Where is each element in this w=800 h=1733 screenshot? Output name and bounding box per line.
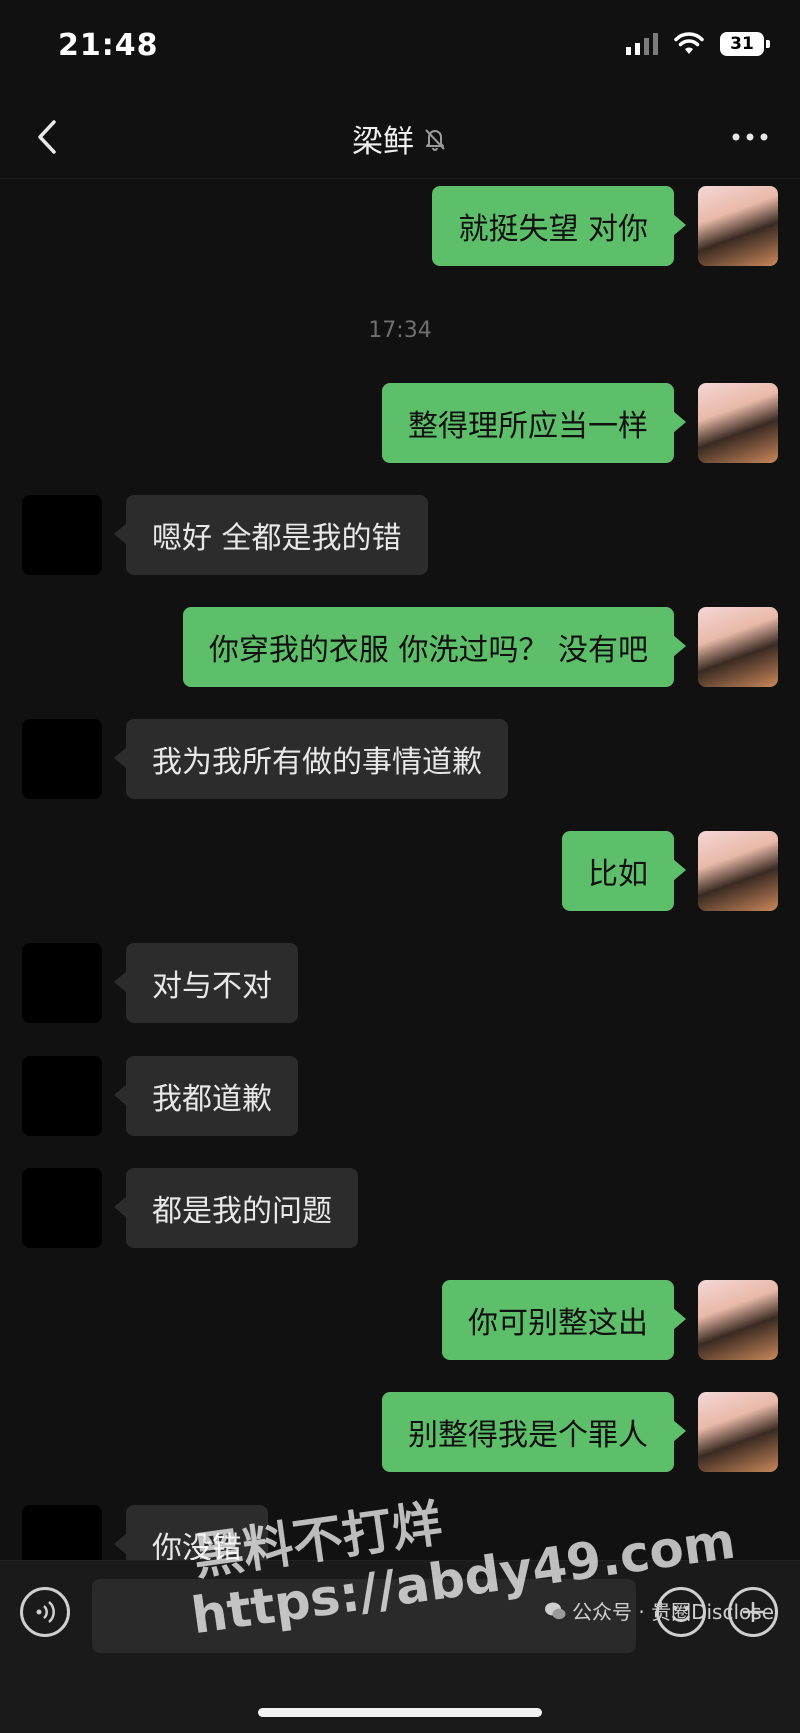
avatar-me[interactable] — [698, 186, 778, 266]
message-bubble-outgoing[interactable]: 就挺失望 对你 — [432, 186, 686, 266]
voice-input-button[interactable] — [20, 1587, 70, 1637]
avatar-me[interactable] — [698, 607, 778, 687]
voice-icon — [36, 1601, 55, 1623]
avatar-contact[interactable] — [22, 943, 102, 1023]
message-bubble-outgoing[interactable]: 别整得我是个罪人 — [382, 1392, 686, 1472]
message-bubble-incoming[interactable]: 我为我所有做的事情道歉 — [114, 719, 508, 799]
status-icons: 31 — [626, 32, 770, 56]
avatar-contact[interactable] — [22, 1168, 102, 1248]
message-bubble-incoming[interactable]: 都是我的问题 — [114, 1168, 358, 1248]
more-icon[interactable] — [728, 122, 772, 152]
message-bubble-incoming[interactable]: 对与不对 — [114, 943, 298, 1023]
message-row: 都是我的问题 — [22, 1168, 358, 1248]
status-bar: 21:48 31 — [0, 0, 800, 100]
message-row: 你穿我的衣服 你洗过吗？ 没有吧 — [182, 607, 778, 687]
message-bubble-outgoing[interactable]: 你可别整这出 — [442, 1280, 686, 1360]
avatar-me[interactable] — [698, 1280, 778, 1360]
avatar-contact[interactable] — [22, 1056, 102, 1136]
watermark-source-text: 公众号 · 贵圈Disclose — [572, 1600, 774, 1624]
message-row: 比如 — [562, 831, 778, 911]
message-row: 我为我所有做的事情道歉 — [22, 719, 508, 799]
message-row: 我都道歉 — [22, 1056, 298, 1136]
battery-indicator: 31 — [720, 32, 770, 56]
message-row: 你可别整这出 — [442, 1280, 778, 1360]
wechat-official-account-icon — [545, 1602, 566, 1619]
avatar-contact[interactable] — [22, 495, 102, 575]
message-bubble-outgoing[interactable]: 整得理所应当一样 — [382, 383, 686, 463]
title-wrap: 梁鲜 — [0, 116, 800, 161]
chat-header: 梁鲜 — [0, 100, 800, 179]
avatar-contact[interactable] — [22, 719, 102, 799]
mute-bell-icon — [425, 128, 445, 151]
message-bubble-outgoing[interactable]: 你穿我的衣服 你洗过吗？ 没有吧 — [182, 607, 687, 687]
message-timestamp: 17:34 — [368, 318, 432, 343]
message-bubble-incoming[interactable]: 我都道歉 — [114, 1056, 298, 1136]
message-row: 整得理所应当一样 — [382, 383, 778, 463]
home-indicator[interactable] — [258, 1708, 542, 1717]
avatar-me[interactable] — [698, 831, 778, 911]
avatar-me[interactable] — [698, 383, 778, 463]
message-row: 对与不对 — [22, 943, 298, 1023]
signal-icon — [626, 33, 658, 55]
watermark-source: 公众号 · 贵圈Disclose — [544, 1596, 774, 1625]
message-row: 就挺失望 对你 — [432, 186, 778, 266]
chat-title: 梁鲜 — [352, 124, 414, 160]
message-bubble-incoming[interactable]: 嗯好 全都是我的错 — [114, 495, 428, 575]
message-bubble-outgoing[interactable]: 比如 — [562, 831, 686, 911]
message-row: 嗯好 全都是我的错 — [22, 495, 428, 575]
status-time: 21:48 — [58, 28, 159, 63]
wifi-icon — [674, 32, 704, 54]
